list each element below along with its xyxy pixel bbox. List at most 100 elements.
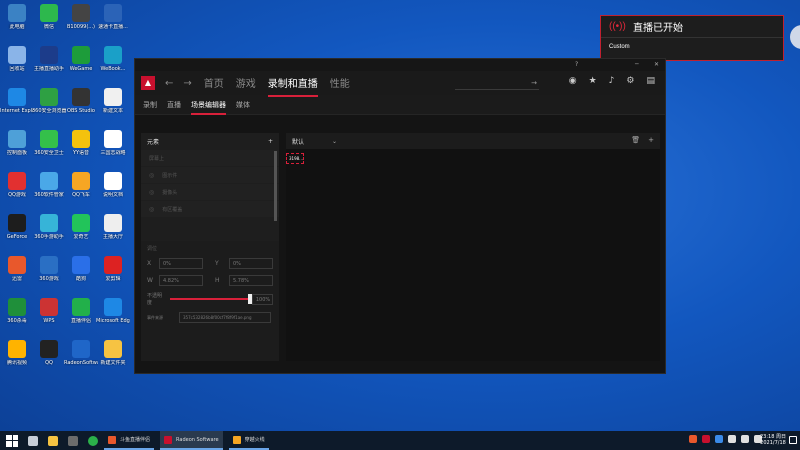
desktop-icon[interactable]: 360手游助手 [32, 214, 66, 240]
task-view-icon[interactable] [28, 435, 38, 446]
stream-started-notification[interactable]: ((•)) 直播已开始 Custom [600, 15, 784, 61]
tab-home[interactable]: 首页 [204, 75, 224, 92]
desktop-icon[interactable]: 微信 [32, 4, 66, 30]
width-field[interactable]: 4.82% [159, 275, 203, 286]
minimize-button[interactable]: ─ [635, 61, 639, 68]
taskbar-app[interactable]: 斗鱼直播伴侣 [104, 431, 155, 450]
bell-icon[interactable]: ♪ [609, 76, 615, 86]
eye-icon[interactable]: ◎ [149, 206, 154, 213]
app-icon[interactable] [88, 435, 98, 446]
gear-icon[interactable]: ⚙ [626, 76, 634, 86]
desktop-icon[interactable]: 回收站 [0, 46, 34, 72]
desktop-icon[interactable]: 说明文档 [96, 172, 130, 198]
chevron-down-icon[interactable]: ⌄ [332, 138, 337, 145]
taskbar-app[interactable]: 穿越火线 [228, 431, 269, 450]
desktop-icon[interactable]: 腾讯视频 [0, 340, 34, 366]
desktop-icon[interactable]: B10099(...) [64, 4, 98, 30]
subtab-media[interactable]: 媒体 [236, 100, 250, 110]
desktop-icon-label: 主播大厅 [102, 234, 123, 240]
desktop-icon[interactable]: 360游戏 [32, 256, 66, 282]
desktop-icon[interactable]: 直播伴侣 [64, 298, 98, 324]
taskbar-app[interactable]: Radeon Software [160, 431, 223, 450]
desktop-icon[interactable]: RadeonSoftware [64, 340, 98, 366]
notification-center-icon[interactable] [789, 436, 797, 444]
y-field[interactable]: 0% [229, 258, 273, 269]
window-titlebar[interactable]: ? ─ ✕ [135, 59, 665, 71]
opacity-slider-knob[interactable] [248, 294, 252, 304]
forward-arrow-icon[interactable]: → [183, 78, 191, 89]
eye-icon[interactable]: ◎ [149, 172, 154, 179]
clock[interactable]: 23:18 周日 2021/7/18 [760, 434, 786, 446]
star-icon[interactable]: ★ [589, 76, 597, 86]
start-button[interactable] [6, 434, 18, 447]
desktop-icon[interactable]: QQ游戏 [0, 172, 34, 198]
height-field[interactable]: 5.78% [229, 275, 273, 286]
desktop-icon[interactable]: 360安全卫士 [32, 130, 66, 156]
tab-record-stream[interactable]: 录制和直播 [267, 75, 318, 97]
system-tray[interactable] [689, 435, 762, 443]
search-input[interactable]: → [455, 77, 539, 90]
desktop-icon[interactable]: 新建文本 [96, 88, 130, 114]
element-row[interactable]: 屏幕上 [141, 150, 279, 166]
subtab-record[interactable]: 录制 [143, 100, 157, 110]
file-explorer-icon[interactable] [48, 435, 58, 446]
desktop-app-icon [8, 88, 26, 106]
desktop-icon[interactable]: 迅雷 [0, 256, 34, 282]
eye-icon[interactable]: ◎ [149, 189, 154, 196]
desktop-icon[interactable]: QQ飞车 [64, 172, 98, 198]
desktop-icon[interactable]: 主播大厅 [96, 214, 130, 240]
desktop-icon[interactable]: 新建文件夹 [96, 340, 130, 366]
back-arrow-icon[interactable]: ← [165, 78, 173, 89]
desktop-icon[interactable]: 爱剪辑 [96, 256, 130, 282]
desktop-icon[interactable]: GeForce [0, 214, 34, 240]
tab-gaming[interactable]: 游戏 [236, 75, 256, 92]
tab-performance[interactable]: 性能 [330, 75, 350, 92]
x-field[interactable]: 0% [159, 258, 203, 269]
help-icon[interactable]: ? [575, 61, 578, 68]
desktop-icon[interactable]: 360安全浏览器 [32, 88, 66, 114]
desktop-icon-label: 迅雷 [11, 276, 22, 282]
desktop-icon[interactable]: 三国志战略 [96, 130, 130, 156]
desktop-icon[interactable]: Internet Explorer [0, 88, 34, 114]
desktop-app-icon [40, 130, 58, 148]
desktop-icon[interactable]: 主播直播助手 [32, 46, 66, 72]
opacity-field[interactable]: 100% [251, 293, 273, 305]
element-row[interactable]: ◎ 图示件 [141, 167, 279, 183]
desktop-icon[interactable]: WeBook... [96, 46, 130, 72]
element-row[interactable]: ◎ 摄像头 [141, 184, 279, 200]
search-arrow-icon[interactable]: → [531, 77, 537, 89]
desktop-icon[interactable]: 爱奇艺 [64, 214, 98, 240]
desktop-icon[interactable]: QQ [32, 340, 66, 366]
desktop-icon[interactable]: 360软件管家 [32, 172, 66, 198]
desktop-icon[interactable]: 360杀毒 [0, 298, 34, 324]
store-icon[interactable] [68, 435, 78, 446]
desktop-icon[interactable]: 此电脑 [0, 4, 34, 30]
globe-icon[interactable]: ◉ [569, 76, 577, 86]
element-row[interactable]: ◎ 有区覆盖 [141, 201, 279, 217]
add-element-icon[interactable]: + [268, 138, 273, 145]
desktop-icon[interactable]: WeGame [64, 46, 98, 72]
opacity-slider[interactable] [170, 294, 252, 304]
scene-name[interactable]: 默认 [292, 137, 304, 146]
close-button[interactable]: ✕ [654, 61, 659, 68]
desktop-icon-label: QQ [45, 360, 53, 366]
add-scene-icon[interactable]: + [648, 136, 654, 144]
desktop-app-icon [8, 130, 26, 148]
elements-scrollbar[interactable] [274, 151, 277, 221]
desktop-icon[interactable]: 速通卡直播... [96, 4, 130, 30]
desktop-icon-label: 360安全浏览器 [32, 108, 66, 114]
desktop-icon[interactable]: YY语音 [64, 130, 98, 156]
selected-scene-element[interactable]: 3198... [286, 153, 304, 164]
file-field[interactable]: 357c532826b8f00cf7f8f9f1ae.png [179, 312, 271, 323]
desktop-icon[interactable]: WPS [32, 298, 66, 324]
trash-icon[interactable]: 🗑 [631, 136, 640, 144]
subtab-stream[interactable]: 直播 [167, 100, 181, 110]
desktop-icon[interactable]: 控制面板 [0, 130, 34, 156]
subtab-scene-editor[interactable]: 场景编辑器 [191, 100, 226, 115]
desktop-icon[interactable]: OBS Studio [64, 88, 98, 114]
layout-icon[interactable]: ▤ [646, 76, 655, 86]
desktop-icon[interactable]: 酷狗 [64, 256, 98, 282]
assistant-button[interactable] [790, 25, 800, 49]
desktop-app-icon [40, 172, 58, 190]
desktop-icon[interactable]: Microsoft Edge [96, 298, 130, 324]
